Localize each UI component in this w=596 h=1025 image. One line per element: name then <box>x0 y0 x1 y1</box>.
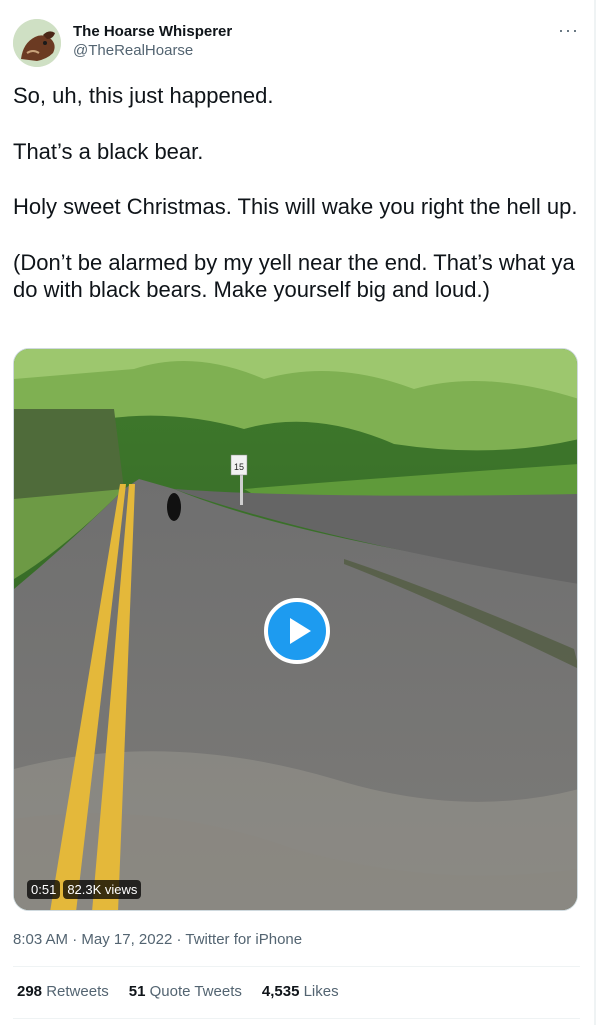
more-options-icon[interactable]: ··· <box>558 21 579 39</box>
tweet-stats: 298 Retweets 51 Quote Tweets 4,535 Likes <box>17 982 339 1002</box>
meta-separator: · <box>72 931 78 948</box>
tweet-date[interactable]: May 17, 2022 <box>81 931 172 948</box>
play-icon <box>290 618 311 644</box>
divider <box>13 1018 580 1019</box>
tweet-header: The Hoarse Whisperer @TheRealHoarse ··· <box>13 19 583 69</box>
tweet-text: So, uh, this just happened. That’s a bla… <box>13 82 583 332</box>
likes-count: 4,535 <box>261 983 300 1000</box>
tweet-source[interactable]: Twitter for iPhone <box>185 931 302 948</box>
likes-label: Likes <box>303 983 339 1000</box>
speed-sign-text: 15 <box>234 462 244 472</box>
quotes-label: Quote Tweets <box>149 983 242 1000</box>
quotes-count: 51 <box>128 983 146 1000</box>
tweet-time[interactable]: 8:03 AM <box>13 931 68 948</box>
author-info: The Hoarse Whisperer @TheRealHoarse <box>73 23 232 61</box>
meta-separator: · <box>176 931 182 948</box>
video-badges: 0:51 82.3K views <box>27 880 142 899</box>
tweet-paragraph: Holy sweet Christmas. This will wake you… <box>13 194 578 219</box>
video-duration: 0:51 <box>27 880 61 899</box>
tweet-paragraph: So, uh, this just happened. <box>13 83 274 108</box>
retweets-label: Retweets <box>46 983 109 1000</box>
avatar[interactable] <box>13 19 61 67</box>
display-name[interactable]: The Hoarse Whisperer <box>73 23 232 41</box>
video-views: 82.3K views <box>63 880 142 899</box>
handle[interactable]: @TheRealHoarse <box>73 41 232 61</box>
likes-stat[interactable]: 4,535 Likes <box>262 982 339 1002</box>
tweet-paragraph: (Don’t be alarmed by my yell near the en… <box>13 249 575 303</box>
quote-tweets-stat[interactable]: 51 Quote Tweets <box>129 982 242 1002</box>
video-player[interactable]: 15 0:51 82.3K views <box>13 348 578 911</box>
tweet-meta: 8:03 AM · May 17, 2022 · Twitter for iPh… <box>13 930 302 950</box>
divider <box>13 966 580 967</box>
retweets-stat[interactable]: 298 Retweets <box>17 982 109 1002</box>
play-button[interactable] <box>264 598 330 664</box>
tweet-paragraph: That’s a black bear. <box>13 138 204 164</box>
retweets-count: 298 <box>17 983 43 1000</box>
